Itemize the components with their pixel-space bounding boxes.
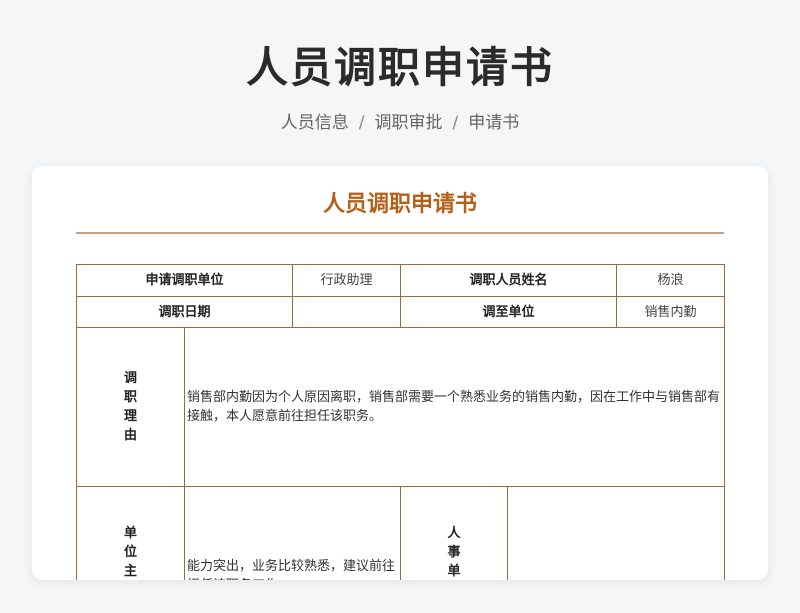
- document-title: 人员调职申请书: [322, 192, 477, 217]
- apply-unit-label: 申请调职单位: [75, 264, 294, 297]
- person-name-value[interactable]: 杨浪: [616, 264, 726, 297]
- table-row: 单 位 主 管 能力突出，业务比较熟悉，建议前往担任该职务工作 人 事 单 位 …: [76, 486, 726, 580]
- hr-label-char: 事: [447, 544, 461, 560]
- person-name-label: 调职人员姓名: [400, 264, 618, 297]
- breadcrumb-item-personnel[interactable]: 人员信息: [281, 113, 349, 133]
- reason-text[interactable]: 销售部内勤因为个人原因离职，销售部需要一个熟悉业务的销售内勤，因在工作中与销售部…: [183, 327, 726, 487]
- supervisor-label: 单 位 主 管: [76, 486, 185, 580]
- apply-unit-value[interactable]: 行政助理: [292, 264, 402, 297]
- supervisor-label-char: 位: [123, 544, 137, 560]
- transfer-date-label: 调职日期: [75, 296, 294, 328]
- supervisor-label-char: 主: [123, 563, 137, 579]
- table-row: 申请调职单位 行政助理 调职人员姓名 杨浪: [75, 264, 726, 297]
- supervisor-label-char: 单: [123, 525, 137, 541]
- hr-label-char: 单: [447, 563, 461, 579]
- hr-label-char: 人: [447, 525, 461, 541]
- table-row: 调 职 理 由 销售部内勤因为个人原因离职，销售部需要一个熟悉业务的销售内勤，因…: [76, 327, 726, 487]
- breadcrumb: 人员信息 / 调职审批 / 申请书: [0, 112, 800, 134]
- title-divider: [76, 232, 724, 234]
- breadcrumb-separator: /: [358, 113, 365, 133]
- table-row: 调职日期 调至单位 销售内勤: [75, 296, 726, 328]
- breadcrumb-separator: /: [452, 113, 459, 133]
- reason-label-char: 理: [123, 409, 137, 424]
- reason-label-char: 由: [123, 428, 137, 443]
- reason-label-char: 调: [123, 371, 137, 386]
- breadcrumb-item-application: 申请书: [468, 113, 520, 133]
- breadcrumb-item-approval[interactable]: 调职审批: [375, 113, 443, 133]
- reason-label: 调 职 理 由: [76, 327, 185, 487]
- page-title: 人员调职申请书: [245, 43, 554, 92]
- target-unit-value[interactable]: 销售内勤: [616, 296, 726, 328]
- supervisor-opinion-text[interactable]: 能力突出，业务比较熟悉，建议前往担任该职务工作: [183, 486, 402, 580]
- target-unit-label: 调至单位: [400, 296, 618, 328]
- transfer-form-table: 申请调职单位 行政助理 调职人员姓名 杨浪 调职日期 调至单位 销售内勤 调 职…: [75, 264, 726, 580]
- transfer-date-value[interactable]: [292, 296, 402, 328]
- hr-label: 人 事 单 位: [400, 486, 509, 580]
- hr-opinion-text[interactable]: 同意: [507, 486, 726, 580]
- reason-label-char: 职: [123, 390, 137, 405]
- document-card: 人员调职申请书 申请调职单位 行政助理 调职人员姓名 杨浪 调职日期 调至单位 …: [32, 166, 768, 580]
